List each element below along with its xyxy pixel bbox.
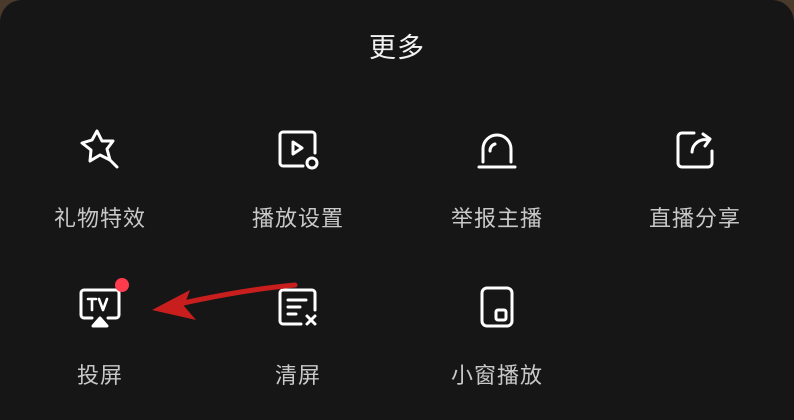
option-label: 举报主播 <box>450 207 543 232</box>
sheet-title: 更多 <box>369 33 425 64</box>
option-play-settings[interactable]: 播放设置 <box>198 127 398 237</box>
share-icon <box>672 127 718 173</box>
option-report-streamer[interactable]: 举报主播 <box>397 127 597 237</box>
tv-cast-icon <box>77 278 129 330</box>
option-label: 投屏 <box>76 364 123 389</box>
report-alarm-icon <box>474 127 520 173</box>
notification-dot <box>115 278 129 292</box>
play-settings-icon <box>275 127 321 173</box>
option-screen-cast[interactable]: 投屏 <box>0 278 200 394</box>
option-label: 直播分享 <box>648 207 741 232</box>
option-label: 礼物特效 <box>53 207 146 232</box>
option-clear-screen[interactable]: 清屏 <box>198 284 398 394</box>
gift-effect-star-icon <box>77 127 123 173</box>
more-options-sheet: 更多 礼物特效 播放设置 举报主播 直播分享 投屏 清屏 小窗播放 <box>0 0 794 420</box>
picture-in-picture-icon <box>474 284 520 330</box>
option-gift-effects[interactable]: 礼物特效 <box>0 127 200 237</box>
clear-screen-icon <box>275 284 321 330</box>
option-label: 清屏 <box>274 364 321 389</box>
option-picture-in-picture[interactable]: 小窗播放 <box>397 284 597 394</box>
option-label: 播放设置 <box>251 207 344 232</box>
option-live-share[interactable]: 直播分享 <box>595 127 794 237</box>
option-label: 小窗播放 <box>450 364 543 389</box>
